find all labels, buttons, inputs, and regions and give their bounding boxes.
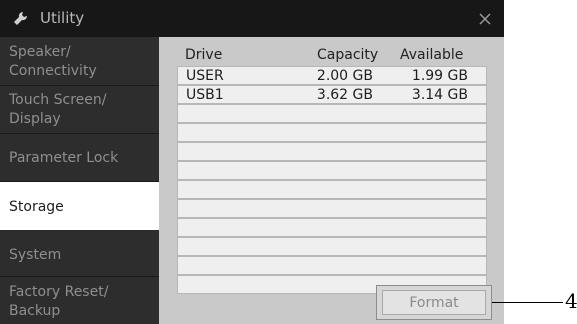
sidebar-item-system[interactable]: System: [0, 230, 159, 277]
table-row[interactable]: [177, 199, 487, 218]
table-row[interactable]: [177, 180, 487, 199]
drive-available: 3.14 GB: [411, 87, 468, 103]
column-header-drive: Drive: [185, 47, 223, 63]
table-row[interactable]: USER 2.00 GB 1.99 GB: [177, 66, 487, 85]
sidebar: Speaker/ Connectivity Touch Screen/ Disp…: [0, 37, 159, 324]
close-icon[interactable]: [472, 6, 498, 32]
sidebar-item-touch-screen-display[interactable]: Touch Screen/ Display: [0, 86, 159, 134]
table-row[interactable]: [177, 237, 487, 256]
wrench-icon: [14, 11, 28, 25]
sidebar-item-speaker-connectivity[interactable]: Speaker/ Connectivity: [0, 37, 159, 86]
table-row[interactable]: [177, 161, 487, 180]
drive-available: 1.99 GB: [411, 68, 468, 84]
callout-number: 4: [565, 289, 577, 313]
drive-name: USB1: [186, 87, 224, 103]
storage-panel: Drive Capacity Available USER 2.00 GB 1.…: [159, 37, 504, 324]
sidebar-item-factory-reset-backup[interactable]: Factory Reset/ Backup: [0, 277, 159, 324]
sidebar-item-label: Touch Screen/ Display: [9, 92, 107, 127]
sidebar-item-label: System: [9, 247, 62, 263]
sidebar-item-parameter-lock[interactable]: Parameter Lock: [0, 134, 159, 182]
table-row[interactable]: [177, 142, 487, 161]
format-button-label: Format: [382, 290, 486, 315]
column-header-available: Available: [400, 47, 464, 63]
table-row[interactable]: [177, 104, 487, 123]
table-row[interactable]: USB1 3.62 GB 3.14 GB: [177, 85, 487, 104]
sidebar-item-label: Speaker/ Connectivity: [9, 44, 97, 79]
format-button[interactable]: Format: [376, 285, 492, 320]
utility-window: Utility Speaker/ Connectivity Touch Scre…: [0, 0, 504, 324]
sidebar-item-label: Factory Reset/ Backup: [9, 284, 109, 319]
callout-line: [492, 302, 563, 303]
drive-name: USER: [186, 68, 224, 84]
table-row[interactable]: [177, 123, 487, 142]
drive-capacity: 2.00 GB: [316, 68, 373, 84]
drive-capacity: 3.62 GB: [316, 87, 373, 103]
window-title: Utility: [40, 9, 85, 27]
table-row[interactable]: [177, 256, 487, 275]
column-header-capacity: Capacity: [317, 47, 379, 63]
sidebar-item-label: Storage: [9, 199, 64, 215]
title-bar: Utility: [0, 0, 504, 37]
table-row[interactable]: [177, 218, 487, 237]
sidebar-item-storage[interactable]: Storage: [0, 182, 159, 230]
sidebar-item-label: Parameter Lock: [9, 150, 119, 166]
